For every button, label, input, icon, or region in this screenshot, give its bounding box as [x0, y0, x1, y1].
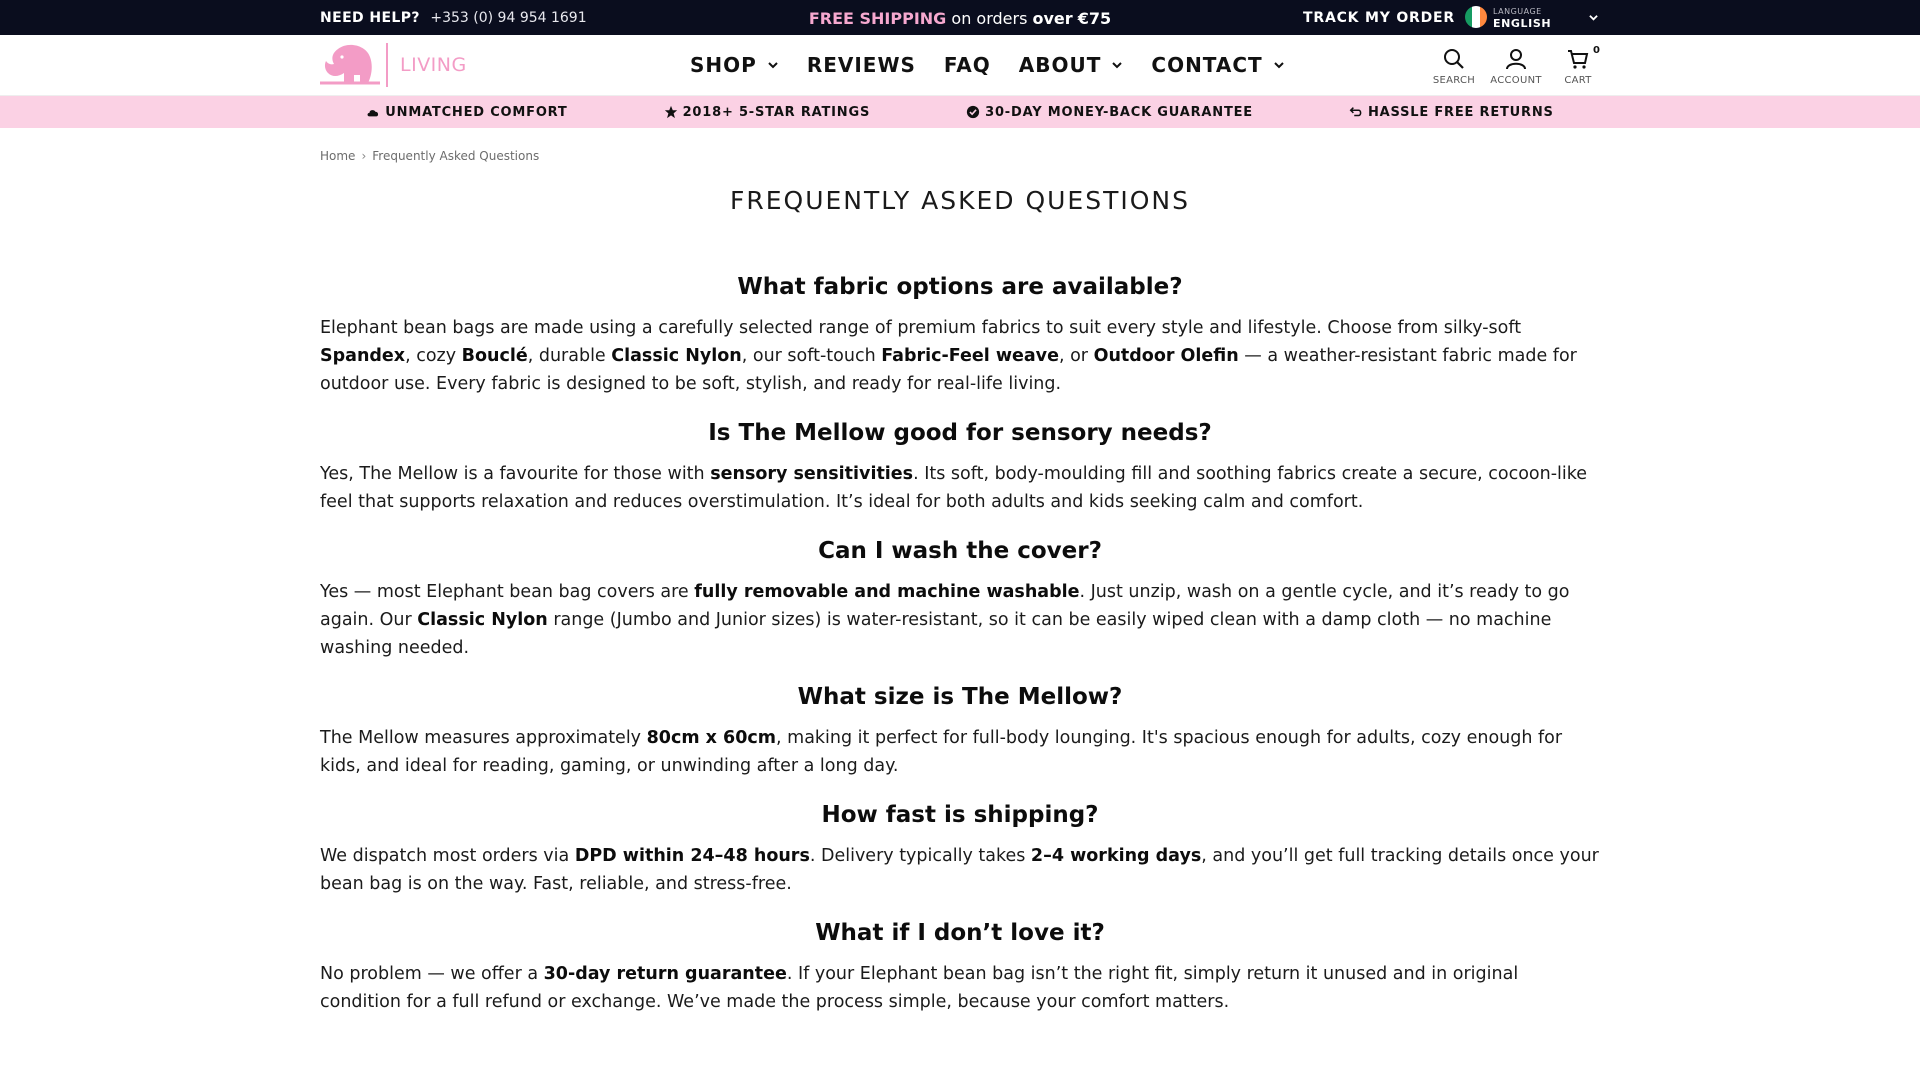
chevron-right-icon: ›	[361, 149, 367, 163]
account-button[interactable]: ACCOUNT	[1490, 47, 1541, 86]
answer-text: . Delivery typically takes	[809, 846, 1031, 866]
logo-wordmark: LIVING	[400, 54, 467, 76]
faq-answer: Yes — most Elephant bean bag covers are …	[320, 578, 1600, 662]
answer-highlight: Bouclé	[461, 346, 528, 366]
main-nav: SHOP REVIEWS FAQ ABOUT CONTACT	[690, 53, 1313, 77]
site-header: LIVING SHOP REVIEWS FAQ ABOUT CONTACT SE…	[0, 35, 1920, 96]
answer-text: , cozy	[405, 346, 462, 366]
faq-answer: The Mellow measures approximately 80cm x…	[320, 724, 1600, 780]
language-value: ENGLISH	[1493, 17, 1552, 30]
answer-highlight: 30-day return guarantee	[543, 964, 787, 984]
answer-text: , or	[1058, 346, 1094, 366]
search-label: SEARCH	[1432, 75, 1476, 86]
ireland-flag-icon	[1465, 6, 1487, 28]
answer-text: , our soft-touch	[741, 346, 882, 366]
trust-strip: UNMATCHED COMFORT 2018+ 5-STAR RATINGS 3…	[0, 96, 1920, 128]
answer-highlight: sensory sensitivities	[710, 464, 914, 484]
check-badge-icon	[966, 105, 980, 119]
chevron-down-icon	[768, 62, 778, 69]
answer-highlight: Fabric-Feel weave	[881, 346, 1059, 366]
nav-reviews[interactable]: REVIEWS	[807, 53, 916, 77]
faq-list: What fabric options are available? Elepha…	[320, 274, 1600, 1038]
trust-item-guarantee: 30-DAY MONEY-BACK GUARANTEE	[966, 105, 1253, 120]
nav-about-label: ABOUT	[1018, 53, 1102, 77]
elephant-logo-icon	[320, 44, 380, 85]
faq-question: What size is The Mellow?	[797, 684, 1123, 710]
answer-text: No problem — we offer a	[320, 964, 544, 984]
nav-about[interactable]: ABOUT	[1019, 53, 1124, 77]
answer-highlight: Outdoor Olefin	[1093, 346, 1239, 366]
trust-item-returns: HASSLE FREE RETURNS	[1349, 105, 1554, 120]
faq-question: How fast is shipping?	[821, 802, 1099, 828]
search-button[interactable]: SEARCH	[1432, 47, 1476, 86]
page-title: FREQUENTLY ASKED QUESTIONS	[729, 186, 1190, 215]
breadcrumb: Home › Frequently Asked Questions	[320, 149, 539, 163]
nav-contact-label: CONTACT	[1151, 53, 1263, 77]
faq-question: What if I don’t love it?	[815, 920, 1105, 946]
breadcrumb-current: Frequently Asked Questions	[372, 149, 540, 163]
faq-answer: We dispatch most orders via DPD within 2…	[320, 842, 1600, 898]
chevron-down-icon	[1273, 62, 1284, 69]
nav-faq-label: FAQ	[943, 53, 991, 77]
nav-reviews-label: REVIEWS	[806, 53, 916, 77]
cart-icon	[1568, 50, 1589, 69]
header-actions: SEARCH ACCOUNT 0 CART	[1432, 45, 1600, 86]
answer-text: Yes, The Mellow is a favourite for those…	[320, 464, 711, 484]
answer-highlight: fully removable and machine washable	[694, 582, 1080, 602]
brand-logo[interactable]: LIVING	[320, 43, 470, 87]
trust-label: 2018+ 5-STAR RATINGS	[682, 104, 871, 120]
answer-text: The Mellow measures approximately	[320, 728, 647, 748]
answer-text: Elephant bean bags are made using a care…	[320, 318, 1522, 338]
chevron-down-icon	[1112, 62, 1123, 69]
trust-item-ratings: 2018+ 5-STAR RATINGS	[664, 105, 871, 120]
answer-highlight: 80cm x 60cm	[646, 728, 777, 748]
trust-label: UNMATCHED COMFORT	[385, 104, 568, 120]
faq-answer: Elephant bean bags are made using a care…	[320, 314, 1600, 398]
faq-answer: Yes, The Mellow is a favourite for those…	[320, 460, 1600, 516]
trust-label: HASSLE FREE RETURNS	[1367, 104, 1554, 120]
nav-faq[interactable]: FAQ	[944, 53, 991, 77]
faq-question: Is The Mellow good for sensory needs?	[708, 420, 1212, 446]
star-icon	[664, 105, 677, 119]
faq-question: Can I wash the cover?	[818, 538, 1102, 564]
answer-highlight: Classic Nylon	[417, 610, 548, 630]
nav-shop[interactable]: SHOP	[690, 53, 779, 77]
account-label: ACCOUNT	[1490, 75, 1542, 86]
announcement-bar: NEED HELP? +353 (0) 94 954 1691 FREE SHI…	[0, 0, 1920, 35]
return-arrow-icon	[1349, 107, 1362, 117]
nav-contact[interactable]: CONTACT	[1151, 53, 1284, 77]
logo-divider	[386, 43, 388, 87]
answer-highlight: Spandex	[320, 346, 406, 366]
chevron-down-icon	[1589, 15, 1598, 21]
promo-mid-text: on orders	[946, 9, 1033, 28]
free-shipping-label: FREE SHIPPING	[808, 9, 947, 28]
track-order-link[interactable]: TRACK MY ORDER	[1303, 10, 1455, 26]
answer-text: We dispatch most orders via	[320, 846, 575, 866]
breadcrumb-home[interactable]: Home	[320, 149, 355, 163]
faq-question: What fabric options are available?	[737, 274, 1183, 300]
language-selector[interactable]: LANGUAGE ENGLISH	[1465, 6, 1600, 30]
promo-amount: €75	[1077, 9, 1112, 28]
answer-highlight: DPD within 24–48 hours	[574, 846, 810, 866]
faq-answer: No problem — we offer a 30-day return gu…	[320, 960, 1600, 1016]
answer-text: , durable	[527, 346, 612, 366]
cloud-icon	[367, 110, 379, 117]
answer-highlight: Classic Nylon	[611, 346, 742, 366]
trust-item-comfort: UNMATCHED COMFORT	[366, 105, 567, 120]
cart-label: CART	[1564, 75, 1592, 86]
nav-shop-label: SHOP	[690, 53, 757, 77]
language-caption: LANGUAGE	[1493, 7, 1542, 16]
promo-over-text: over	[1032, 9, 1073, 28]
trust-label: 30-DAY MONEY-BACK GUARANTEE	[985, 104, 1253, 120]
cart-count-badge: 0	[1593, 45, 1600, 56]
search-icon	[1444, 49, 1464, 69]
cart-button[interactable]: 0 CART	[1556, 45, 1600, 86]
answer-highlight: 2–4 working days	[1030, 846, 1202, 866]
user-icon	[1506, 49, 1526, 70]
answer-text: Yes — most Elephant bean bag covers are	[320, 582, 695, 602]
